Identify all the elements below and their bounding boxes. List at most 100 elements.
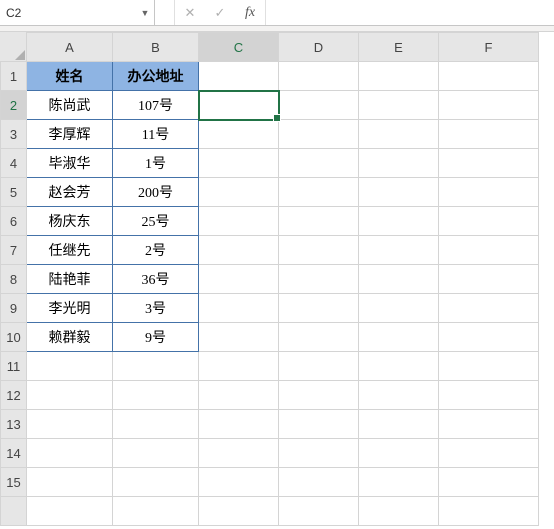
cell-C2[interactable] bbox=[199, 91, 279, 120]
cell-C8[interactable] bbox=[199, 265, 279, 294]
table-cell-address[interactable]: 25号 bbox=[113, 207, 199, 236]
row-header-14[interactable]: 14 bbox=[1, 439, 27, 468]
cell-F14[interactable] bbox=[439, 439, 539, 468]
cell-D1[interactable] bbox=[279, 62, 359, 91]
cell-D16[interactable] bbox=[279, 497, 359, 526]
cell-F13[interactable] bbox=[439, 410, 539, 439]
table-cell-address[interactable]: 9号 bbox=[113, 323, 199, 352]
table-cell-name[interactable]: 任继先 bbox=[27, 236, 113, 265]
cell-F8[interactable] bbox=[439, 265, 539, 294]
cell-C12[interactable] bbox=[199, 381, 279, 410]
cell-B14[interactable] bbox=[113, 439, 199, 468]
row-header-3[interactable]: 3 bbox=[1, 120, 27, 149]
row-header-16[interactable] bbox=[1, 497, 27, 526]
confirm-icon[interactable]: ✓ bbox=[205, 0, 235, 25]
table-cell-address[interactable]: 36号 bbox=[113, 265, 199, 294]
cell-D11[interactable] bbox=[279, 352, 359, 381]
table-cell-address[interactable]: 1号 bbox=[113, 149, 199, 178]
cell-E11[interactable] bbox=[359, 352, 439, 381]
cell-A15[interactable] bbox=[27, 468, 113, 497]
col-header-E[interactable]: E bbox=[359, 33, 439, 62]
cell-C5[interactable] bbox=[199, 178, 279, 207]
cell-D6[interactable] bbox=[279, 207, 359, 236]
cell-C15[interactable] bbox=[199, 468, 279, 497]
cell-D8[interactable] bbox=[279, 265, 359, 294]
cell-D2[interactable] bbox=[279, 91, 359, 120]
row-header-11[interactable]: 11 bbox=[1, 352, 27, 381]
cancel-icon[interactable]: ✕ bbox=[175, 0, 205, 25]
cell-C3[interactable] bbox=[199, 120, 279, 149]
table-cell-name[interactable]: 陆艳菲 bbox=[27, 265, 113, 294]
row-header-5[interactable]: 5 bbox=[1, 178, 27, 207]
cell-F4[interactable] bbox=[439, 149, 539, 178]
col-header-C[interactable]: C bbox=[199, 33, 279, 62]
cell-F7[interactable] bbox=[439, 236, 539, 265]
cell-A13[interactable] bbox=[27, 410, 113, 439]
cell-D7[interactable] bbox=[279, 236, 359, 265]
cell-A16[interactable] bbox=[27, 497, 113, 526]
table-cell-name[interactable]: 李光明 bbox=[27, 294, 113, 323]
col-header-B[interactable]: B bbox=[113, 33, 199, 62]
row-header-7[interactable]: 7 bbox=[1, 236, 27, 265]
select-all-corner[interactable] bbox=[1, 33, 27, 62]
cell-F9[interactable] bbox=[439, 294, 539, 323]
table-cell-name[interactable]: 陈尚武 bbox=[27, 91, 113, 120]
cell-D5[interactable] bbox=[279, 178, 359, 207]
cell-E6[interactable] bbox=[359, 207, 439, 236]
cell-C1[interactable] bbox=[199, 62, 279, 91]
cell-E4[interactable] bbox=[359, 149, 439, 178]
col-header-D[interactable]: D bbox=[279, 33, 359, 62]
name-box[interactable]: C2 bbox=[0, 6, 136, 20]
cell-C9[interactable] bbox=[199, 294, 279, 323]
row-header-15[interactable]: 15 bbox=[1, 468, 27, 497]
table-cell-address[interactable]: 3号 bbox=[113, 294, 199, 323]
cell-E10[interactable] bbox=[359, 323, 439, 352]
cell-F10[interactable] bbox=[439, 323, 539, 352]
row-header-1[interactable]: 1 bbox=[1, 62, 27, 91]
table-cell-name[interactable]: 李厚辉 bbox=[27, 120, 113, 149]
cell-E16[interactable] bbox=[359, 497, 439, 526]
row-header-9[interactable]: 9 bbox=[1, 294, 27, 323]
cell-F5[interactable] bbox=[439, 178, 539, 207]
row-header-12[interactable]: 12 bbox=[1, 381, 27, 410]
cell-F3[interactable] bbox=[439, 120, 539, 149]
cell-D10[interactable] bbox=[279, 323, 359, 352]
formula-input[interactable] bbox=[265, 0, 554, 25]
cell-D9[interactable] bbox=[279, 294, 359, 323]
fx-icon[interactable]: fx bbox=[235, 0, 265, 25]
cell-F16[interactable] bbox=[439, 497, 539, 526]
cell-C13[interactable] bbox=[199, 410, 279, 439]
cell-E3[interactable] bbox=[359, 120, 439, 149]
cell-E15[interactable] bbox=[359, 468, 439, 497]
cell-E12[interactable] bbox=[359, 381, 439, 410]
table-cell-name[interactable]: 赖群毅 bbox=[27, 323, 113, 352]
cell-F6[interactable] bbox=[439, 207, 539, 236]
cell-A12[interactable] bbox=[27, 381, 113, 410]
cell-D4[interactable] bbox=[279, 149, 359, 178]
row-header-8[interactable]: 8 bbox=[1, 265, 27, 294]
cell-F11[interactable] bbox=[439, 352, 539, 381]
table-cell-name[interactable]: 赵会芳 bbox=[27, 178, 113, 207]
cell-B15[interactable] bbox=[113, 468, 199, 497]
cell-E7[interactable] bbox=[359, 236, 439, 265]
row-header-6[interactable]: 6 bbox=[1, 207, 27, 236]
table-cell-address[interactable]: 11号 bbox=[113, 120, 199, 149]
cell-B13[interactable] bbox=[113, 410, 199, 439]
table-cell-address[interactable]: 2号 bbox=[113, 236, 199, 265]
cell-B16[interactable] bbox=[113, 497, 199, 526]
col-header-F[interactable]: F bbox=[439, 33, 539, 62]
col-header-A[interactable]: A bbox=[27, 33, 113, 62]
cell-C4[interactable] bbox=[199, 149, 279, 178]
cell-E9[interactable] bbox=[359, 294, 439, 323]
cell-C16[interactable] bbox=[199, 497, 279, 526]
table-cell-name[interactable]: 杨庆东 bbox=[27, 207, 113, 236]
table-header-address[interactable]: 办公地址 bbox=[113, 62, 199, 91]
name-box-dropdown[interactable]: ▼ bbox=[136, 8, 154, 18]
cell-D3[interactable] bbox=[279, 120, 359, 149]
table-cell-address[interactable]: 107号 bbox=[113, 91, 199, 120]
table-header-name[interactable]: 姓名 bbox=[27, 62, 113, 91]
row-header-2[interactable]: 2 bbox=[1, 91, 27, 120]
cell-C6[interactable] bbox=[199, 207, 279, 236]
cell-A11[interactable] bbox=[27, 352, 113, 381]
cell-F12[interactable] bbox=[439, 381, 539, 410]
